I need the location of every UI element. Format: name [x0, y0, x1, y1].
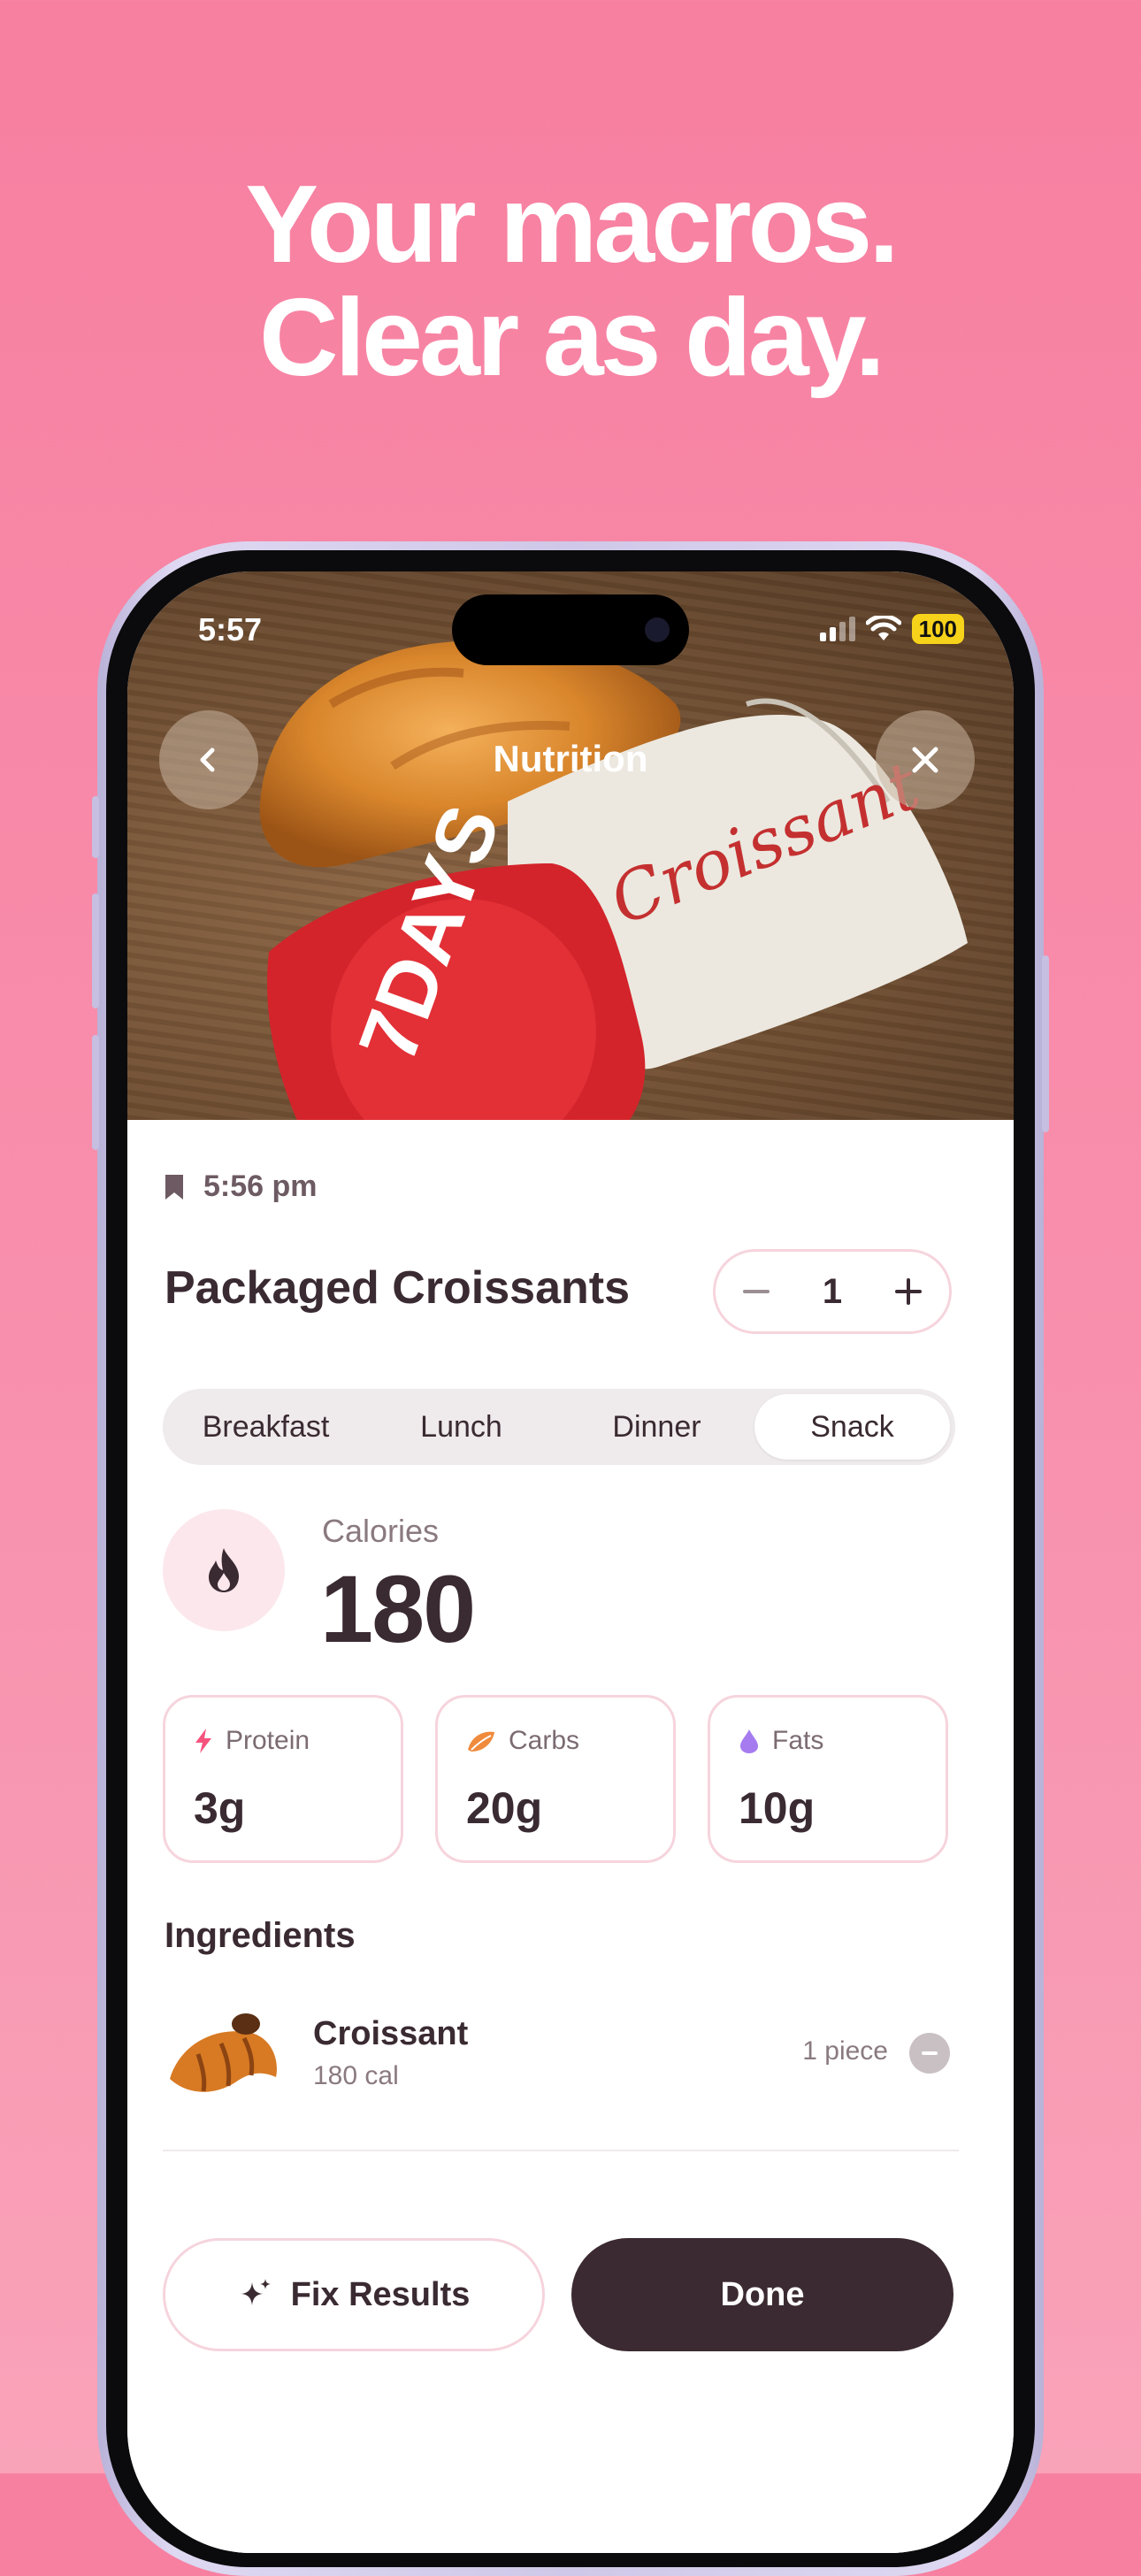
quantity-value: 1 [822, 1271, 843, 1311]
entry-time: 5:56 pm [203, 1169, 318, 1203]
entry-time-row: 5:56 pm [165, 1169, 318, 1204]
minus-icon[interactable] [741, 1276, 771, 1307]
protein-label: Protein [226, 1726, 310, 1755]
fats-value: 10g [739, 1783, 816, 1833]
food-title: Packaged Croissants [165, 1262, 631, 1314]
close-button[interactable] [876, 710, 975, 809]
close-icon [912, 747, 938, 773]
plus-icon[interactable] [893, 1276, 923, 1307]
side-button-volume-up [92, 893, 99, 1008]
lightning-icon [195, 1729, 211, 1753]
ingredient-name: Croissant [313, 2015, 469, 2052]
remove-ingredient-button[interactable] [909, 2033, 950, 2074]
phone-screen: Croissant 7DAYS 5:57 100 Nutrition 5:56 … [127, 571, 1014, 2553]
ingredients-title: Ingredients [165, 1916, 356, 1955]
tab-lunch[interactable]: Lunch [364, 1394, 559, 1460]
signal-icon [819, 617, 855, 641]
headline-line-2: Clear as day. [259, 277, 885, 399]
flame-icon [209, 1548, 239, 1592]
wifi-icon [865, 616, 901, 640]
sparkle-icon [241, 2279, 271, 2305]
nutrition-sheet: 5:56 pm Packaged Croissants 1 Breakfast … [127, 1120, 1014, 2553]
carbs-value: 20g [466, 1783, 543, 1833]
carbs-label: Carbs [509, 1726, 580, 1755]
macro-card-fats[interactable]: Fats 10g [708, 1695, 948, 1863]
fats-label: Fats [772, 1726, 824, 1755]
quantity-stepper: 1 [713, 1249, 952, 1334]
droplet-icon [740, 1729, 758, 1753]
status-icons: 100 [819, 614, 964, 644]
tab-breakfast[interactable]: Breakfast [168, 1394, 364, 1460]
done-button[interactable]: Done [571, 2238, 953, 2351]
protein-value: 3g [194, 1783, 246, 1833]
headline-line-1: Your macros. [245, 164, 899, 286]
tab-snack[interactable]: Snack [754, 1394, 950, 1460]
macro-card-carbs[interactable]: Carbs 20g [435, 1695, 676, 1863]
calories-badge [163, 1509, 285, 1631]
side-button-action [92, 796, 99, 858]
tab-dinner[interactable]: Dinner [559, 1394, 754, 1460]
dynamic-island [452, 594, 689, 665]
side-button-volume-down [92, 1035, 99, 1150]
meal-type-selector: Breakfast Lunch Dinner Snack [163, 1389, 955, 1465]
macro-card-protein[interactable]: Protein 3g [163, 1695, 403, 1863]
ingredient-quantity: 1 piece [802, 2036, 888, 2066]
minus-icon [922, 2051, 938, 2055]
battery-indicator: 100 [911, 614, 964, 644]
side-button-power [1042, 955, 1049, 1132]
bookmark-icon [165, 1174, 183, 1200]
croissant-thumbnail [170, 2013, 277, 2092]
fix-results-button[interactable]: Fix Results [163, 2238, 545, 2351]
status-time: 5:57 [198, 611, 263, 648]
ingredient-row[interactable]: Croissant 180 cal 1 piece [163, 2005, 959, 2111]
wheat-leaf-icon [468, 1731, 494, 1752]
calories-label: Calories [322, 1513, 440, 1549]
headline: Your macros. Clear as day. [0, 168, 1141, 395]
calories-value: 180 [320, 1555, 476, 1662]
fix-results-label: Fix Results [290, 2275, 471, 2313]
divider [163, 2150, 959, 2151]
ingredient-calories: 180 cal [313, 2061, 399, 2090]
